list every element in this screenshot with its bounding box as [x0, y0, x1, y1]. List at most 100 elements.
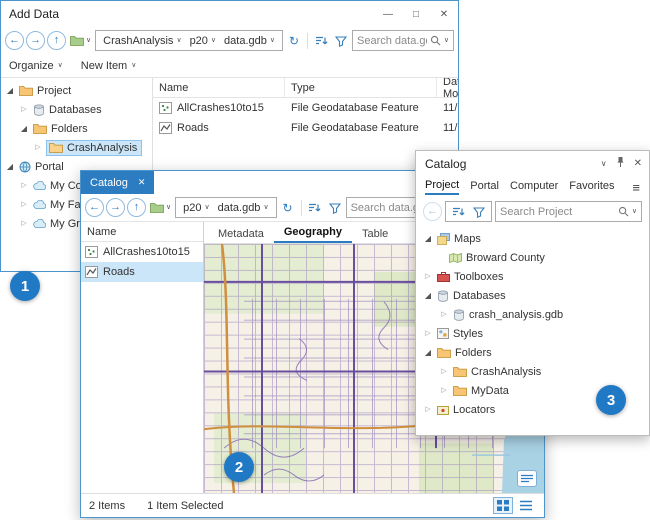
pane-header-icons: ∨ ✕: [601, 156, 642, 171]
caret-collapsed-icon[interactable]: ▷: [423, 406, 433, 413]
tree-item-toolboxes[interactable]: ▷ Toolboxes: [416, 267, 649, 286]
chevron-down-icon: ∨: [263, 204, 268, 211]
breadcrumb-segment[interactable]: data.gdb ∨: [220, 35, 279, 47]
caret-collapsed-icon[interactable]: ▷: [439, 368, 449, 375]
caret-collapsed-icon[interactable]: ▷: [19, 201, 29, 208]
tree-item-project[interactable]: ◢ Project: [1, 81, 152, 100]
tab-metadata[interactable]: Metadata: [208, 226, 274, 243]
layers-icon[interactable]: [517, 470, 537, 487]
close-icon[interactable]: ✕: [634, 158, 642, 169]
chevron-down-icon[interactable]: ∨: [444, 37, 449, 44]
caret-expanded-icon[interactable]: ◢: [19, 125, 29, 133]
caret-collapsed-icon[interactable]: ▷: [19, 220, 29, 227]
tree-item-databases[interactable]: ▷ Databases: [1, 100, 152, 119]
breadcrumb-segment[interactable]: p20 ∨: [179, 202, 213, 214]
forward-icon[interactable]: →: [106, 198, 125, 217]
tab-geography[interactable]: Geography: [274, 224, 352, 243]
caret-collapsed-icon[interactable]: ▷: [19, 106, 29, 113]
sort-icon[interactable]: [306, 198, 324, 217]
geodatabase-icon: [453, 309, 465, 321]
sort-icon[interactable]: [312, 31, 330, 50]
close-icon[interactable]: ✕: [430, 2, 458, 26]
caret-expanded-icon[interactable]: ◢: [423, 292, 433, 300]
tree-item-crashanalysis-folder[interactable]: ▷ CrashAnalysis: [416, 362, 649, 381]
caret-collapsed-icon[interactable]: ▷: [439, 311, 449, 318]
caret-expanded-icon[interactable]: ◢: [5, 87, 15, 95]
selected-item: CrashAnalysis: [47, 141, 141, 155]
tree-item-styles[interactable]: ▷ Styles: [416, 324, 649, 343]
back-icon[interactable]: ←: [85, 198, 104, 217]
caret-collapsed-icon[interactable]: ▷: [33, 144, 43, 151]
tree-item-crashanalysis[interactable]: ▷ CrashAnalysis: [1, 138, 152, 157]
column-header-type[interactable]: Type: [285, 78, 437, 97]
folder-icon: [70, 35, 84, 46]
refresh-icon[interactable]: ↻: [279, 198, 297, 217]
tree-item-folders[interactable]: ◢ Folders: [416, 343, 649, 362]
tree-item-folders[interactable]: ◢ Folders: [1, 119, 152, 138]
caret-collapsed-icon[interactable]: ▷: [439, 387, 449, 394]
add-data-titlebar[interactable]: Add Data — □ ✕: [1, 1, 458, 27]
breadcrumb-segment[interactable]: data.gdb ∨: [214, 202, 273, 214]
tab-portal[interactable]: Portal: [470, 180, 499, 194]
minimize-icon[interactable]: —: [374, 2, 402, 26]
breadcrumb-segment[interactable]: p20 ∨: [186, 35, 220, 47]
chevron-down-icon: ∨: [166, 204, 171, 211]
menu-icon[interactable]: ≡: [632, 180, 640, 195]
caret-collapsed-icon[interactable]: ▷: [19, 182, 29, 189]
search-input[interactable]: [500, 206, 615, 218]
back-icon[interactable]: ←: [423, 202, 442, 221]
list-item-selected[interactable]: Roads: [81, 262, 203, 282]
chevron-down-icon[interactable]: ∨: [632, 208, 637, 215]
tree-item-databases[interactable]: ◢ Databases: [416, 286, 649, 305]
filter-icon[interactable]: [326, 198, 344, 217]
grid-view-icon[interactable]: [493, 497, 513, 514]
new-item-button[interactable]: New Item ∨: [81, 60, 137, 72]
maximize-icon[interactable]: □: [402, 2, 430, 26]
tab-computer[interactable]: Computer: [510, 180, 558, 194]
chevron-down-icon: ∨: [176, 37, 181, 44]
search-input[interactable]: [357, 35, 427, 47]
styles-icon: [437, 328, 449, 339]
status-bar: 2 Items 1 Item Selected: [81, 493, 544, 517]
back-icon[interactable]: ←: [5, 31, 24, 50]
filter-icon[interactable]: [332, 31, 350, 50]
column-header-name[interactable]: Name: [81, 222, 203, 242]
column-header-name[interactable]: Name: [153, 78, 285, 97]
up-icon[interactable]: ↑: [127, 198, 146, 217]
location-dropdown[interactable]: ∨: [148, 202, 173, 213]
caret-expanded-icon[interactable]: ◢: [5, 163, 15, 171]
databases-icon: [437, 290, 449, 302]
tab-project[interactable]: Project: [425, 179, 459, 195]
organize-button[interactable]: Organize ∨: [9, 60, 63, 72]
tree-item-crash-analysis-gdb[interactable]: ▷ crash_analysis.gdb: [416, 305, 649, 324]
breadcrumb-segment[interactable]: CrashAnalysis ∨: [99, 35, 185, 47]
tab-table[interactable]: Table: [352, 226, 398, 243]
sort-icon[interactable]: [449, 202, 467, 221]
forward-icon[interactable]: →: [26, 31, 45, 50]
location-dropdown[interactable]: ∨: [68, 35, 93, 46]
add-data-toolbar: Organize ∨ New Item ∨: [1, 54, 458, 78]
tree-item-broward-county[interactable]: Broward County: [416, 248, 649, 267]
caret-expanded-icon[interactable]: ◢: [423, 235, 433, 243]
catalog-pane-header[interactable]: Catalog ∨ ✕: [416, 151, 649, 176]
caret-collapsed-icon[interactable]: ▷: [423, 330, 433, 337]
caret-collapsed-icon[interactable]: ▷: [423, 273, 433, 280]
table-row[interactable]: Roads File Geodatabase Feature 11/18/202…: [153, 118, 458, 138]
tree-item-maps[interactable]: ◢ Maps: [416, 229, 649, 248]
list-view-icon[interactable]: [516, 497, 536, 514]
close-icon[interactable]: ✕: [138, 177, 146, 188]
folder-icon: [19, 85, 33, 96]
chevron-down-icon[interactable]: ∨: [601, 160, 607, 168]
pin-icon[interactable]: [616, 156, 625, 171]
tab-favorites[interactable]: Favorites: [569, 180, 614, 194]
filter-icon[interactable]: [470, 202, 488, 221]
up-icon[interactable]: ↑: [47, 31, 66, 50]
catalog-tab[interactable]: Catalog ✕: [81, 171, 154, 194]
refresh-icon[interactable]: ↻: [285, 31, 303, 50]
list-item[interactable]: AllCrashes10to15: [81, 242, 203, 262]
folder-icon: [33, 123, 47, 134]
globe-icon: [19, 161, 31, 173]
column-header-date-modified[interactable]: Date Modified: [437, 78, 458, 97]
table-row[interactable]: AllCrashes10to15 File Geodatabase Featur…: [153, 98, 458, 118]
caret-expanded-icon[interactable]: ◢: [423, 349, 433, 357]
